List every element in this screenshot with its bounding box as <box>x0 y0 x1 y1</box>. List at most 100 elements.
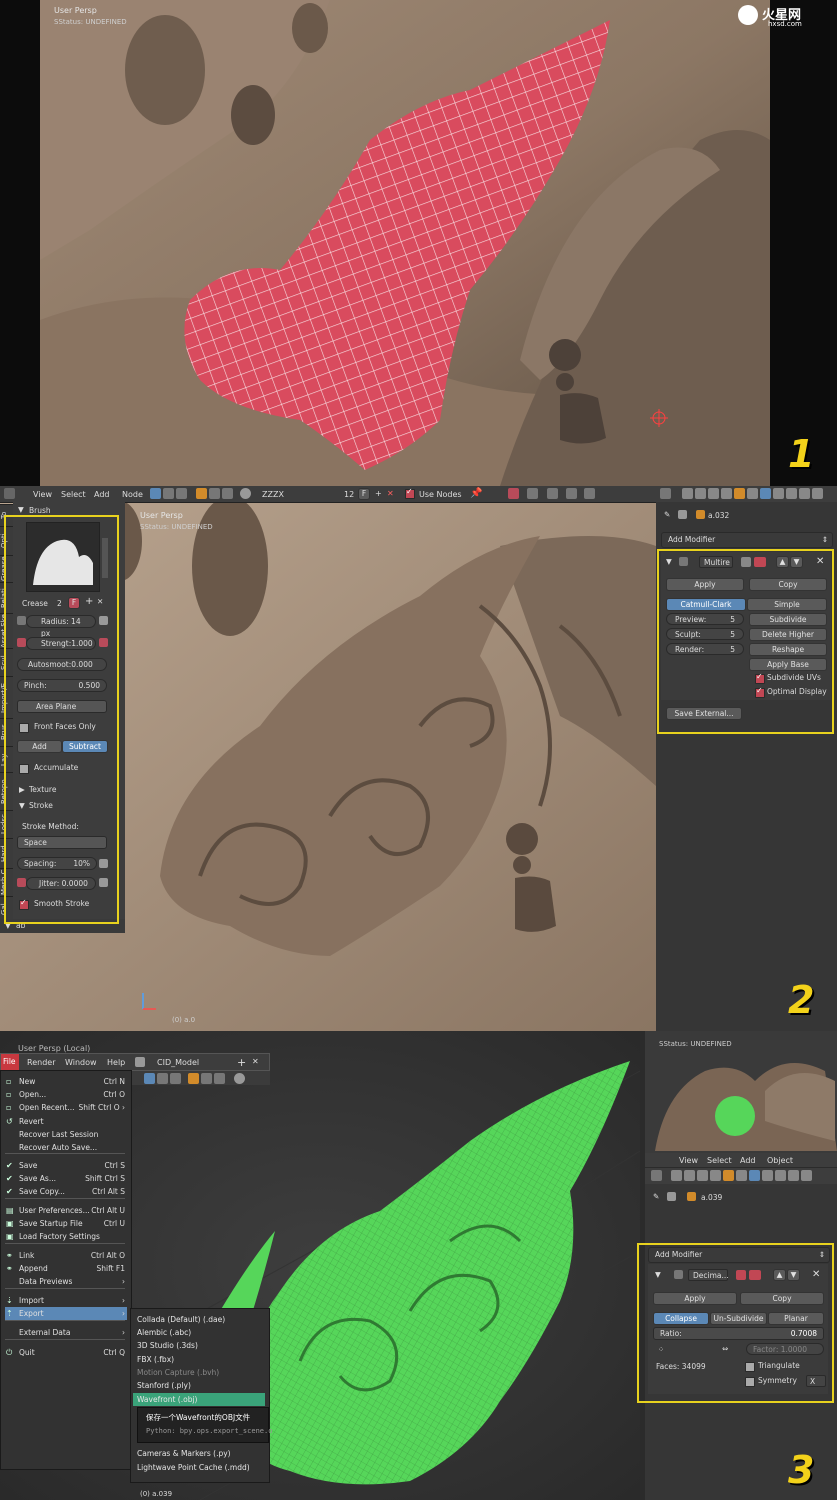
menu-view[interactable]: View <box>33 490 52 499</box>
render-icon[interactable] <box>508 488 519 499</box>
world-tab-icon[interactable] <box>710 1170 721 1181</box>
menu-select[interactable]: Select <box>61 490 86 499</box>
texture-icon[interactable] <box>157 1073 168 1084</box>
file-menu-save-copy[interactable]: ✔ Save Copy... Ctrl Alt S <box>5 1185 127 1198</box>
export-item[interactable]: Stanford (.ply) <box>133 1379 265 1392</box>
editor-type-icon[interactable] <box>651 1170 662 1181</box>
use-nodes-checkbox[interactable] <box>405 487 415 499</box>
file-menu-open-recent[interactable]: ▫ Open Recent... Shift Ctrl O › <box>5 1101 127 1114</box>
editor-type-icon[interactable] <box>660 488 671 499</box>
file-menu-recover-last-session[interactable]: Recover Last Session <box>5 1128 127 1141</box>
file-menu-save-as[interactable]: ✔ Save As... Shift Ctrl S <box>5 1172 127 1185</box>
constraints-tab-icon[interactable] <box>736 1170 747 1181</box>
add-scene-icon[interactable]: + <box>237 1056 246 1069</box>
texture-tab-icon[interactable] <box>788 1170 799 1181</box>
file-menu-open[interactable]: ▫ Open... Ctrl O <box>5 1088 127 1101</box>
close-icon[interactable]: ✕ <box>387 489 394 498</box>
export-item[interactable]: Motion Capture (.bvh) <box>133 1366 265 1379</box>
file-menu-import[interactable]: ⇣ Import › <box>5 1294 127 1307</box>
menu-node[interactable]: Node <box>122 490 143 499</box>
constraints-tab-icon[interactable] <box>747 488 758 499</box>
file-menu-revert[interactable]: ↺ Revert <box>5 1115 127 1128</box>
menu-add[interactable]: Add <box>94 490 110 499</box>
sculpt-viewport-1[interactable] <box>0 0 837 486</box>
scene-name[interactable]: CID_Model <box>157 1058 199 1067</box>
mini-viewport[interactable]: SStatus: UNDEFINED <box>645 1031 837 1153</box>
world-icon[interactable] <box>201 1073 212 1084</box>
material-tab-icon[interactable] <box>775 1170 786 1181</box>
object-icon[interactable] <box>188 1073 199 1084</box>
export-item[interactable]: 3D Studio (.3ds) <box>133 1339 265 1352</box>
line-icon[interactable] <box>222 488 233 499</box>
menu-add[interactable]: Add <box>740 1156 756 1165</box>
world-tab-icon[interactable] <box>721 488 732 499</box>
file-menu-external-data[interactable]: External Data › <box>5 1326 127 1339</box>
material-name[interactable]: ZZZX <box>262 490 284 499</box>
fake-user-button[interactable]: F <box>358 488 370 500</box>
object-name[interactable]: a.039 <box>701 1193 722 1202</box>
shader-icon[interactable] <box>150 488 161 499</box>
line-icon[interactable] <box>214 1073 225 1084</box>
menu-object[interactable]: Object <box>767 1156 793 1165</box>
object-icon[interactable] <box>196 488 207 499</box>
world-icon[interactable] <box>209 488 220 499</box>
scene-tab-icon[interactable] <box>708 488 719 499</box>
data-tab-icon[interactable] <box>762 1170 773 1181</box>
menu-file[interactable]: File <box>1 1054 19 1070</box>
close-icon[interactable]: ✕ <box>252 1057 259 1066</box>
particles-tab-icon[interactable] <box>812 488 823 499</box>
texture-icon[interactable] <box>163 488 174 499</box>
export-item[interactable]: Collada (Default) (.dae) <box>133 1313 265 1326</box>
paste-icon[interactable] <box>566 488 577 499</box>
render-tab-icon[interactable] <box>671 1170 682 1181</box>
menu-window[interactable]: Window <box>65 1058 97 1067</box>
material-sphere-icon[interactable] <box>240 488 251 499</box>
menu-view[interactable]: View <box>679 1156 698 1165</box>
snap-icon[interactable] <box>527 488 538 499</box>
file-menu-save[interactable]: ✔ Save Ctrl S <box>5 1159 127 1172</box>
file-menu-export[interactable]: ⇡ Export › <box>5 1307 127 1320</box>
material-tab-icon[interactable] <box>786 488 797 499</box>
menu-render[interactable]: Render <box>27 1058 55 1067</box>
export-item[interactable]: Cameras & Markers (.py) <box>133 1447 265 1460</box>
modifier-tab-icon[interactable] <box>749 1170 760 1181</box>
export-item[interactable]: FBX (.fbx) <box>133 1353 265 1366</box>
pin-icon[interactable]: ✎ <box>653 1192 659 1201</box>
material-sphere-icon[interactable] <box>234 1073 245 1084</box>
compositor-icon[interactable] <box>176 488 187 499</box>
modifier-tab-icon[interactable] <box>760 488 771 499</box>
scene-tab-icon[interactable] <box>697 1170 708 1181</box>
file-menu-new[interactable]: ▫ New Ctrl N <box>5 1075 127 1088</box>
editor-type-icon[interactable] <box>4 488 15 499</box>
pin-icon[interactable]: ✎ <box>664 510 670 519</box>
brush-section-arrow[interactable]: ▼ <box>18 505 24 514</box>
file-menu-user-preferences[interactable]: ▤ User Preferences... Ctrl Alt U <box>5 1204 127 1217</box>
object-tab-icon[interactable] <box>723 1170 734 1181</box>
export-item[interactable]: Alembic (.abc) <box>133 1326 265 1339</box>
backdrop-icon[interactable] <box>584 488 595 499</box>
layers-tab-icon[interactable] <box>695 488 706 499</box>
object-tab-icon[interactable] <box>734 488 745 499</box>
file-menu-link[interactable]: ⚭ Link Ctrl Alt O <box>5 1249 127 1262</box>
layout-icon[interactable] <box>135 1057 145 1067</box>
file-menu-load-factory-settings[interactable]: ▣ Load Factory Settings <box>5 1230 127 1243</box>
render-tab-icon[interactable] <box>682 488 693 499</box>
menu-select[interactable]: Select <box>707 1156 732 1165</box>
file-menu-quit[interactable]: ⏻ Quit Ctrl Q <box>5 1346 127 1359</box>
file-menu-recover-auto-save[interactable]: Recover Auto Save... <box>5 1141 127 1154</box>
copy-icon[interactable] <box>547 488 558 499</box>
layers-tab-icon[interactable] <box>684 1170 695 1181</box>
shading-icon[interactable] <box>144 1073 155 1084</box>
menu-help[interactable]: Help <box>107 1058 125 1067</box>
file-menu-data-previews[interactable]: Data Previews › <box>5 1275 127 1288</box>
file-menu-append[interactable]: ⚭ Append Shift F1 <box>5 1262 127 1275</box>
add-material-icon[interactable]: + <box>375 489 382 498</box>
data-tab-icon[interactable] <box>773 488 784 499</box>
export-item[interactable]: Wavefront (.obj) <box>133 1393 265 1406</box>
particles-tab-icon[interactable] <box>801 1170 812 1181</box>
add-modifier-dropdown[interactable]: Add Modifier ⇕ <box>661 532 833 548</box>
compositor-icon[interactable] <box>170 1073 181 1084</box>
pin-icon[interactable]: 📌 <box>470 488 482 499</box>
file-menu-save-startup-file[interactable]: ▣ Save Startup File Ctrl U <box>5 1217 127 1230</box>
object-name[interactable]: a.032 <box>708 511 729 520</box>
